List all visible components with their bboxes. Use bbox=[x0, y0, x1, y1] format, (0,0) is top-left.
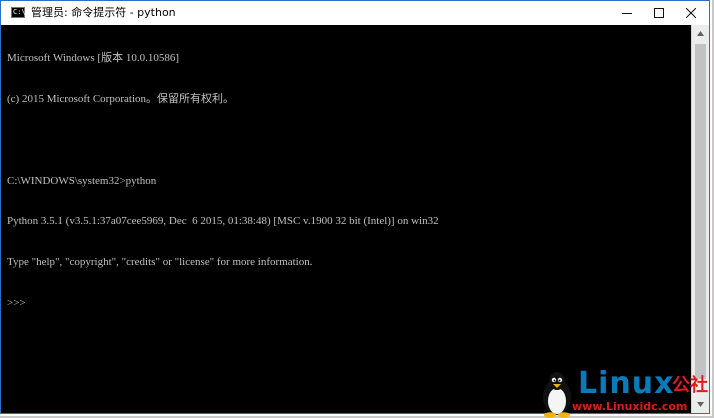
console-prompt[interactable]: >>> bbox=[7, 297, 439, 311]
scroll-up-button[interactable] bbox=[692, 25, 709, 42]
console-line: Microsoft Windows [版本 10.0.10586] bbox=[7, 52, 179, 65]
close-button[interactable] bbox=[673, 1, 709, 25]
command-prompt-window: C:\ 管理员: 命令提示符 - python Microsoft Window… bbox=[0, 0, 710, 414]
chevron-up-icon bbox=[697, 31, 704, 36]
cmd-icon-label: C:\ bbox=[13, 8, 26, 16]
watermark-suffix: 公社 bbox=[672, 375, 708, 396]
console-line: Type "help", "copyright", "credits" or "… bbox=[7, 256, 313, 269]
scroll-thumb[interactable] bbox=[695, 44, 706, 379]
maximize-button[interactable] bbox=[641, 1, 677, 25]
console-text-block: Microsoft Windows [版本 10.0.10586] (c) 20… bbox=[7, 25, 439, 338]
console-line: Python 3.5.1 (v3.5.1:37a07cee5969, Dec 6… bbox=[7, 215, 439, 228]
console-line: C:\WINDOWS\system32>python bbox=[7, 174, 157, 187]
watermark-url: www.Linuxidc.com bbox=[572, 400, 688, 413]
close-icon bbox=[686, 8, 696, 18]
cmd-app-icon[interactable]: C:\ bbox=[11, 7, 26, 18]
title-bar[interactable]: C:\ 管理员: 命令提示符 - python bbox=[1, 1, 709, 25]
window-title: 管理员: 命令提示符 - python bbox=[31, 6, 176, 19]
tux-penguin-icon bbox=[543, 372, 571, 418]
console-output[interactable]: Microsoft Windows [版本 10.0.10586] (c) 20… bbox=[1, 25, 691, 413]
linuxidc-watermark: Linux 公社 www.Linuxidc.com bbox=[536, 368, 714, 418]
console-line: (c) 2015 Microsoft Corporation。保留所有权利。 bbox=[7, 92, 234, 105]
maximize-icon bbox=[654, 8, 664, 18]
minimize-button[interactable] bbox=[609, 1, 645, 25]
watermark-brand: Linux bbox=[578, 366, 675, 401]
vertical-scrollbar[interactable] bbox=[691, 25, 709, 413]
minimize-icon bbox=[622, 13, 632, 14]
